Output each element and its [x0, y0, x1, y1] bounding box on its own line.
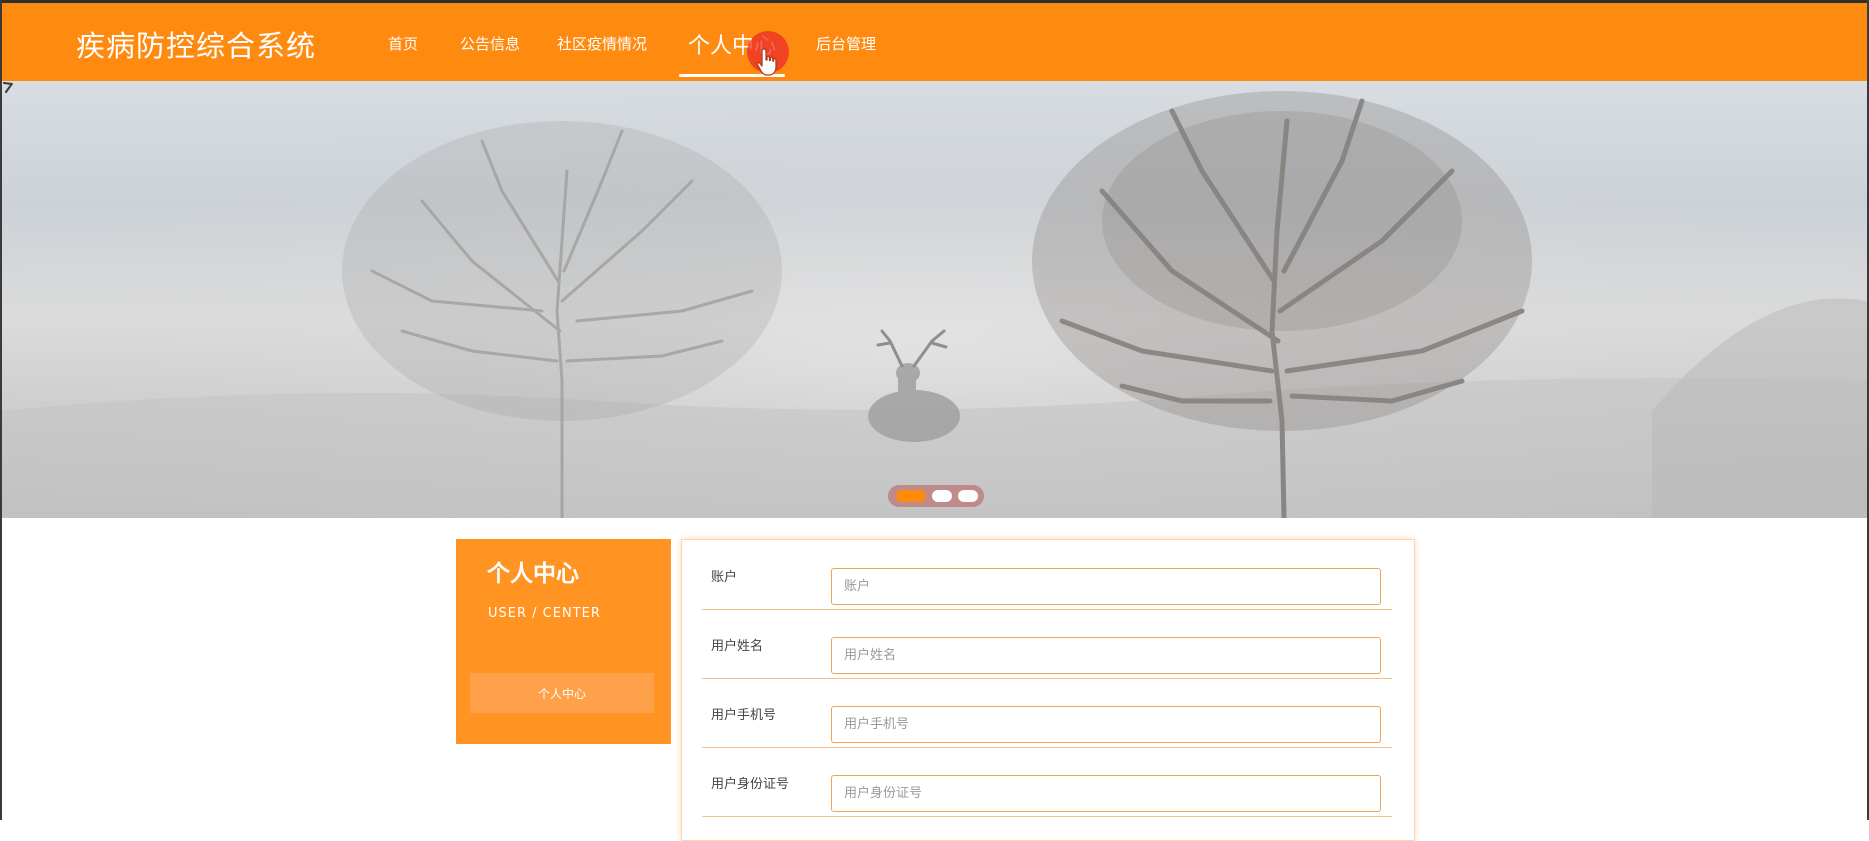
- profile-form: 账户 用户姓名 用户手机号 用户身份证号: [681, 539, 1415, 841]
- top-navigation-bar: 疾病防控综合系统 首页 公告信息 社区疫情情况 个人中心 后台管理: [2, 3, 1867, 81]
- slide-dot-3[interactable]: [958, 490, 978, 502]
- form-row-id-number: 用户身份证号: [702, 747, 1392, 817]
- hero-banner: [2, 81, 1867, 518]
- slide-dot-1[interactable]: [896, 490, 926, 502]
- window-top-edge: [0, 0, 1869, 3]
- username-input[interactable]: [831, 637, 1381, 674]
- form-row-account: 账户: [702, 540, 1392, 610]
- id-number-label: 用户身份证号: [711, 777, 790, 792]
- account-label: 账户: [711, 570, 738, 585]
- id-number-input[interactable]: [831, 775, 1381, 812]
- form-row-phone: 用户手机号: [702, 678, 1392, 748]
- phone-input[interactable]: [831, 706, 1381, 743]
- hand-cursor-icon: [756, 48, 777, 76]
- sidebar-title: 个人中心: [487, 561, 579, 587]
- slide-dot-2[interactable]: [932, 490, 952, 502]
- account-input[interactable]: [831, 568, 1381, 605]
- nav-home[interactable]: 首页: [388, 33, 418, 54]
- window-left-edge: [0, 0, 2, 820]
- site-brand[interactable]: 疾病防控综合系统: [76, 23, 316, 65]
- nav-admin[interactable]: 后台管理: [816, 33, 876, 54]
- nav-community-epidemic[interactable]: 社区疫情情况: [557, 33, 647, 54]
- sidebar-item-personal-center[interactable]: 个人中心: [470, 673, 654, 713]
- nav-announcements[interactable]: 公告信息: [460, 33, 520, 54]
- slide-indicators: [888, 485, 984, 507]
- username-label: 用户姓名: [711, 639, 764, 654]
- slide-arrow-icon[interactable]: [2, 81, 16, 95]
- personal-center-sidebar: 个人中心 USER / CENTER 个人中心: [456, 539, 671, 744]
- banner-image: [2, 81, 1867, 518]
- sidebar-subtitle: USER / CENTER: [488, 606, 601, 621]
- form-row-username: 用户姓名: [702, 609, 1392, 679]
- phone-label: 用户手机号: [711, 708, 777, 723]
